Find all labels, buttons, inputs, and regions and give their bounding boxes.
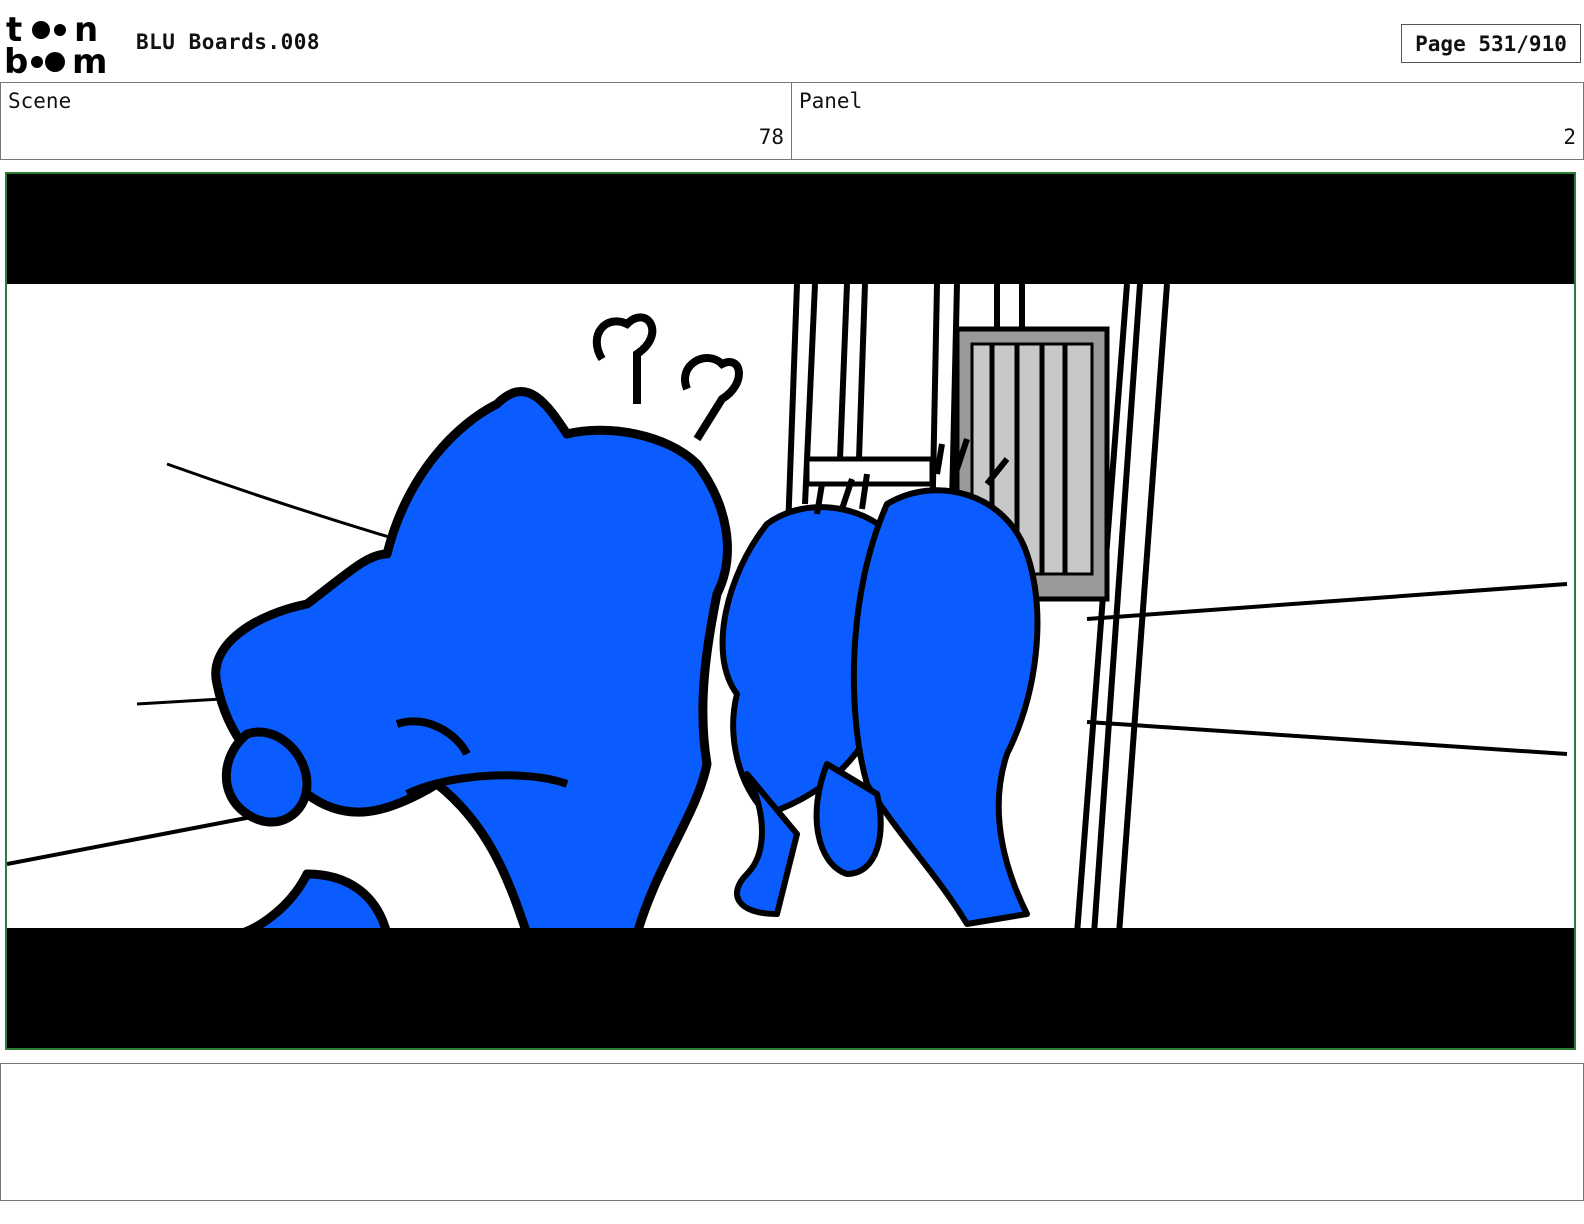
toon-boom-logo: t n b m <box>4 12 116 76</box>
panel-number: 2 <box>1563 125 1576 149</box>
svg-text:b: b <box>4 42 28 76</box>
panel-notes-box <box>0 1063 1584 1201</box>
scene-panel-row: Scene 78 Panel 2 <box>0 82 1584 160</box>
toon-boom-logo-icon: t n b m <box>4 12 107 76</box>
page-indicator: Page 531/910 <box>1401 24 1581 63</box>
scene-label: Scene <box>8 89 72 113</box>
document-title: BLU Boards.008 <box>136 30 321 54</box>
scene-cell: Scene 78 <box>0 83 792 159</box>
storyboard-drawing <box>7 174 1574 1048</box>
panel-label: Panel <box>799 89 863 113</box>
panel-cell: Panel 2 <box>792 83 1584 159</box>
scene-number: 78 <box>758 125 784 149</box>
svg-text:m: m <box>72 42 107 76</box>
storyboard-panel-frame <box>5 172 1576 1050</box>
